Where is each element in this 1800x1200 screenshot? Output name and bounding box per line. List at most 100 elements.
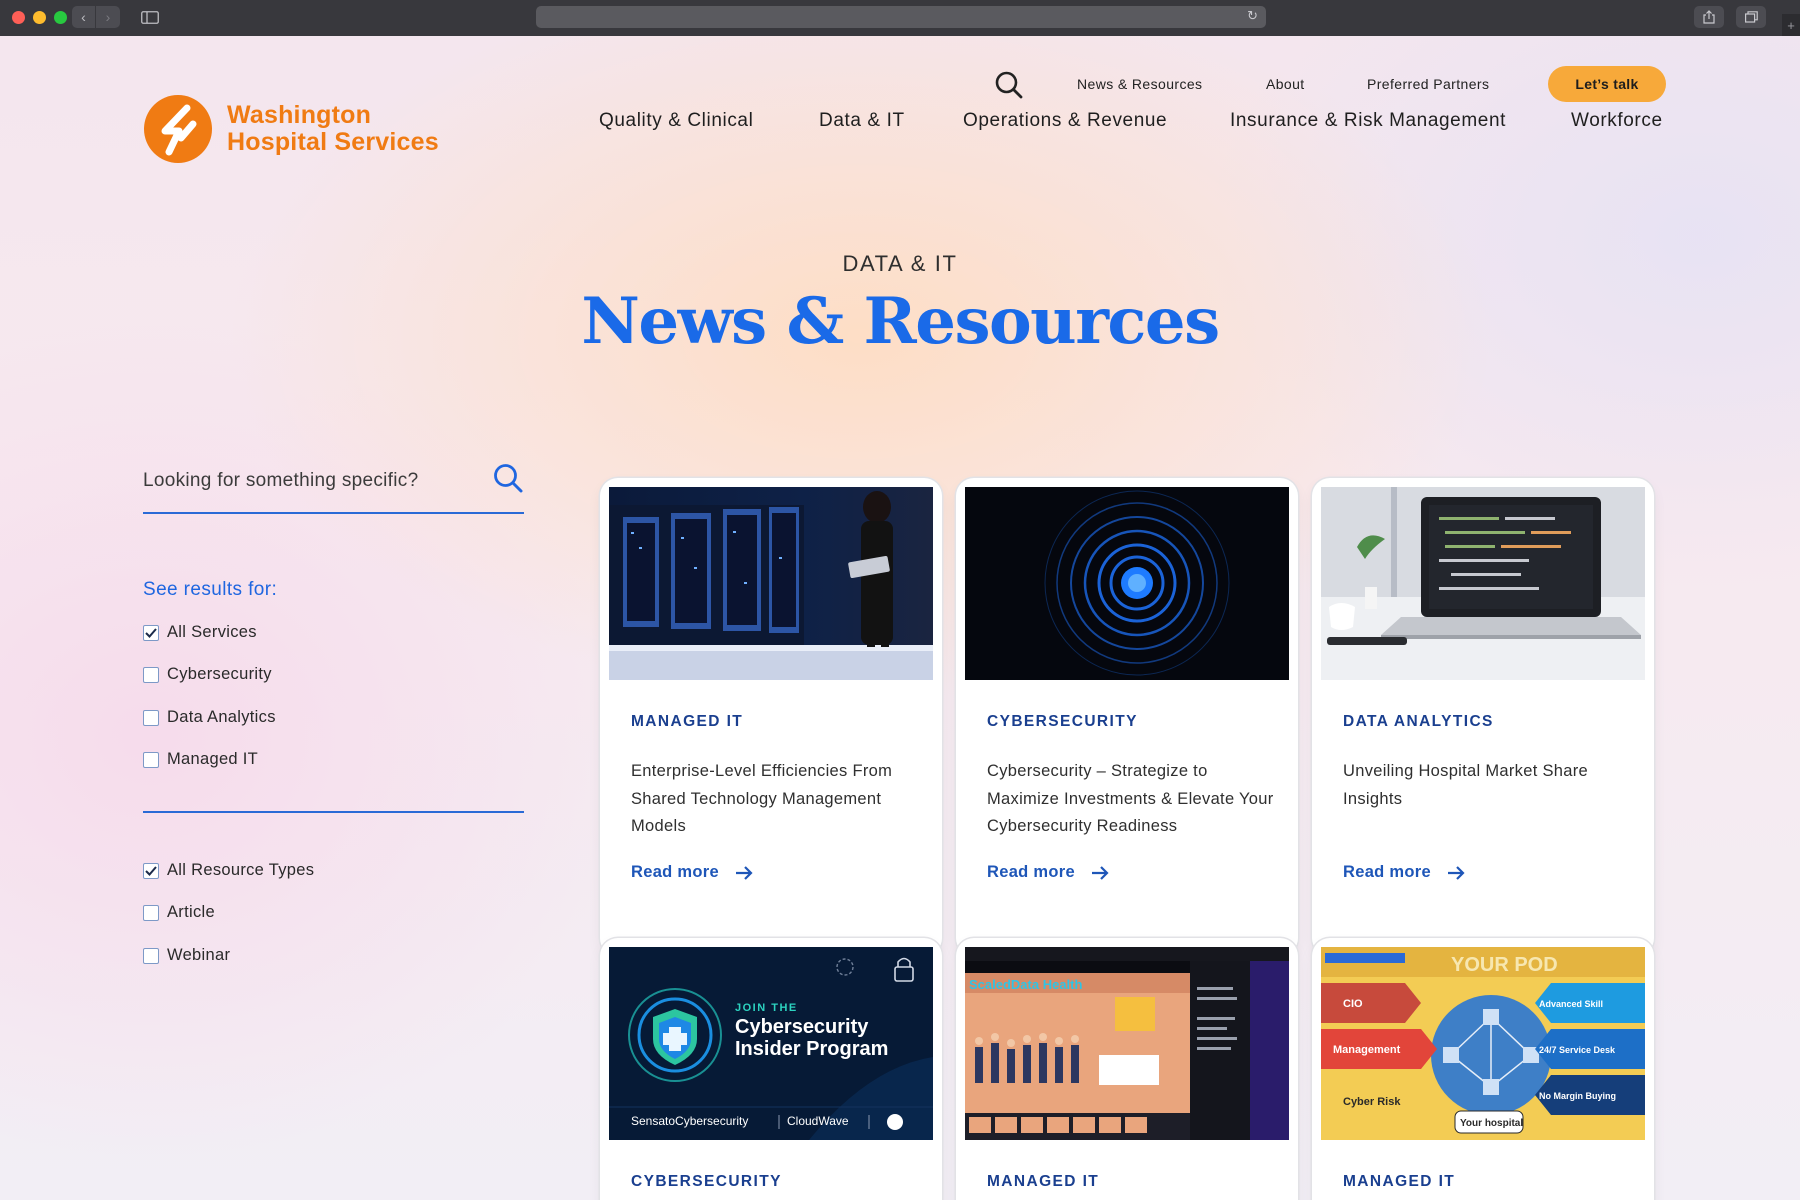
browser-chrome: ‹ › ↻ + xyxy=(0,0,1800,36)
sidebar-toggle-button[interactable] xyxy=(134,6,166,28)
share-icon xyxy=(1703,10,1715,24)
resource-card[interactable]: YOUR POD CIO Management Cyber Risk Advan… xyxy=(1312,938,1654,1200)
resource-card[interactable]: JOIN THE Cybersecurity Insider Program S… xyxy=(600,938,942,1200)
nav-data-it[interactable]: Data & IT xyxy=(819,110,905,132)
filter-article[interactable]: Article xyxy=(143,903,215,922)
checkmark-icon xyxy=(145,865,157,876)
brand-logo[interactable]: Washington Hospital Services xyxy=(143,94,439,164)
forward-button[interactable]: › xyxy=(96,6,120,28)
util-link-about[interactable]: About xyxy=(1266,76,1305,92)
sidebar-icon xyxy=(141,10,159,24)
read-more-label: Read more xyxy=(1343,863,1431,881)
filter-all-resource-types[interactable]: All Resource Types xyxy=(143,861,314,880)
checkbox-unchecked[interactable] xyxy=(143,904,159,921)
resource-card[interactable]: CYBERSECURITY Cybersecurity – Strategize… xyxy=(956,478,1298,956)
back-button[interactable]: ‹ xyxy=(72,6,96,28)
results-heading: See results for: xyxy=(143,579,278,600)
card-category: MANAGED IT xyxy=(631,713,744,730)
address-bar[interactable]: ↻ xyxy=(536,6,1266,28)
resource-search xyxy=(143,456,524,514)
webpage: Washington Hospital Services News & Reso… xyxy=(0,36,1800,1200)
brand-name-line1: Washington xyxy=(227,101,372,129)
filter-label: All Resource Types xyxy=(167,861,315,879)
filter-divider xyxy=(143,811,524,813)
resource-card[interactable]: DATA ANALYTICS Unveiling Hospital Market… xyxy=(1312,478,1654,956)
close-window-button[interactable] xyxy=(12,11,25,24)
util-link-news-resources[interactable]: News & Resources xyxy=(1077,76,1202,92)
filter-label: Webinar xyxy=(167,946,231,964)
card-title: Unveiling Hospital Market Share Insights xyxy=(1343,762,1588,808)
checkbox-checked[interactable] xyxy=(143,862,159,879)
card-image-webinar: ScaledData Health xyxy=(965,947,1289,1140)
filter-label: All Services xyxy=(167,623,257,641)
page-eyebrow: DATA & IT xyxy=(842,251,958,276)
read-more-link[interactable]: Read more xyxy=(631,863,753,882)
tabs-icon xyxy=(1744,11,1758,23)
read-more-link[interactable]: Read more xyxy=(987,863,1109,882)
checkbox-unchecked[interactable] xyxy=(143,751,159,768)
checkbox-unchecked[interactable] xyxy=(143,709,159,726)
card-title: Cybersecurity – Strategize to Maximize I… xyxy=(987,762,1274,835)
card-image-data-center xyxy=(609,487,933,680)
window-controls xyxy=(12,11,67,24)
filter-label: Managed IT xyxy=(167,750,259,768)
site-search-button[interactable] xyxy=(994,70,1024,105)
page-title: News & Resources xyxy=(581,284,1220,359)
promo-partner2-text: CloudWave xyxy=(787,1114,849,1128)
pod-label-text: CIO xyxy=(1343,998,1363,1010)
card-title: Enterprise-Level Efficiencies From Share… xyxy=(631,762,893,835)
new-tab-button[interactable]: + xyxy=(1782,14,1800,36)
card-category: CYBERSECURITY xyxy=(987,713,1138,730)
card-category: CYBERSECURITY xyxy=(631,1173,782,1190)
pod-label-text: Management xyxy=(1333,1044,1401,1056)
resource-card[interactable]: MANAGED IT Enterprise-Level Efficiencies… xyxy=(600,478,942,956)
nav-workforce[interactable]: Workforce xyxy=(1571,110,1663,132)
util-link-preferred-partners[interactable]: Preferred Partners xyxy=(1367,76,1489,92)
nav-quality-clinical[interactable]: Quality & Clinical xyxy=(599,110,753,132)
checkmark-icon xyxy=(145,627,157,638)
filter-cybersecurity[interactable]: Cybersecurity xyxy=(143,665,272,684)
arrow-right-icon xyxy=(735,865,753,880)
read-more-label: Read more xyxy=(631,863,719,881)
brand-name: Washington Hospital Services xyxy=(227,102,439,156)
chevron-left-icon: ‹ xyxy=(81,9,86,25)
zoom-window-button[interactable] xyxy=(54,11,67,24)
search-input[interactable] xyxy=(143,466,473,496)
filter-label: Data Analytics xyxy=(167,708,276,726)
filter-webinar[interactable]: Webinar xyxy=(143,946,230,965)
checkbox-unchecked[interactable] xyxy=(143,947,159,964)
resource-card[interactable]: ScaledData Health MANAGED IT xyxy=(956,938,1298,1200)
minimize-window-button[interactable] xyxy=(33,11,46,24)
reload-icon[interactable]: ↻ xyxy=(1247,8,1258,24)
share-button[interactable] xyxy=(1694,6,1724,28)
filter-label: Article xyxy=(167,903,215,921)
filter-data-analytics[interactable]: Data Analytics xyxy=(143,708,276,727)
search-icon xyxy=(995,71,1023,99)
arrow-right-icon xyxy=(1091,865,1109,880)
nav-operations-revenue[interactable]: Operations & Revenue xyxy=(963,110,1167,132)
filter-label: Cybersecurity xyxy=(167,665,272,683)
pod-label-text: Cyber Risk xyxy=(1343,1096,1401,1108)
filter-managed-it[interactable]: Managed IT xyxy=(143,750,258,769)
promo-partner1-text: SensatoCybersecurity xyxy=(631,1114,748,1128)
promo-join-text: JOIN THE xyxy=(735,1002,798,1014)
pod-center-text: Your hospital xyxy=(1460,1118,1523,1129)
arrow-right-icon xyxy=(1447,865,1465,880)
lets-talk-button[interactable]: Let’s talk xyxy=(1548,66,1666,102)
filter-all-services[interactable]: All Services xyxy=(143,623,257,642)
pod-label-text: Advanced Skill xyxy=(1539,999,1603,1009)
tabs-overview-button[interactable] xyxy=(1736,6,1766,28)
promo-line1-text: Cybersecurity xyxy=(735,1016,869,1038)
search-submit-button[interactable] xyxy=(492,462,524,499)
chevron-right-icon: › xyxy=(105,9,111,25)
brand-name-line2: Hospital Services xyxy=(227,128,439,156)
plus-icon: + xyxy=(1787,17,1795,33)
webinar-brand-text: ScaledData Health xyxy=(969,977,1082,992)
checkbox-checked[interactable] xyxy=(143,624,159,641)
logo-mark-icon xyxy=(144,95,212,163)
nav-insurance-risk-management[interactable]: Insurance & Risk Management xyxy=(1230,110,1506,132)
pod-title-text: YOUR POD xyxy=(1451,954,1558,976)
read-more-link[interactable]: Read more xyxy=(1343,863,1465,882)
checkbox-unchecked[interactable] xyxy=(143,666,159,683)
read-more-label: Read more xyxy=(987,863,1075,881)
